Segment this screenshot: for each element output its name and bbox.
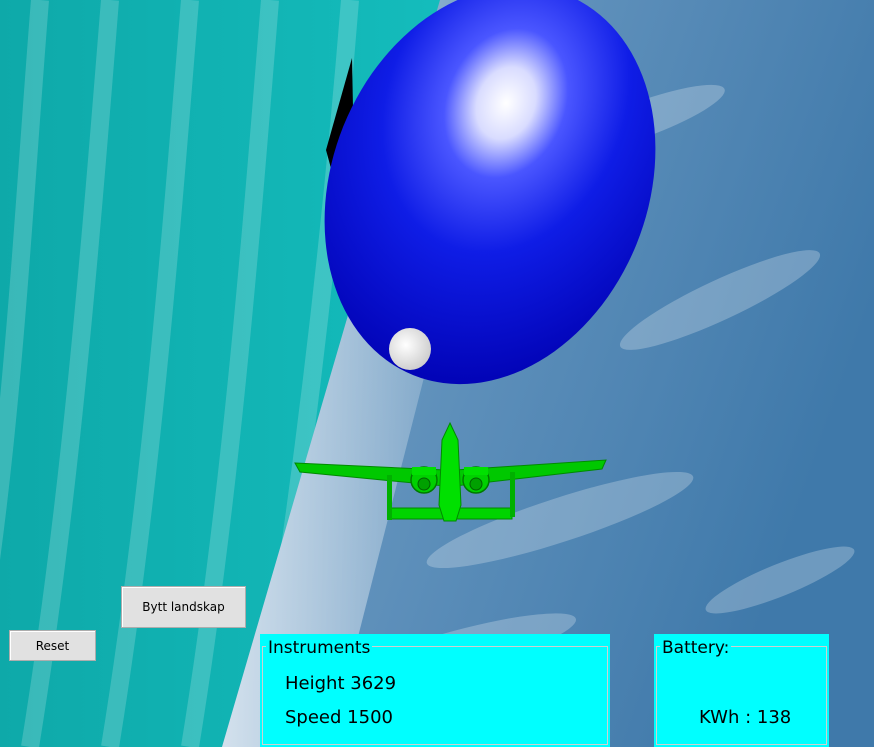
height-readout: Height 3629	[285, 673, 396, 694]
speed-label: Speed	[285, 707, 342, 728]
kwh-label: KWh :	[699, 707, 752, 728]
balloon-gondola	[389, 328, 431, 370]
change-landscape-button[interactable]: Bytt landskap	[121, 586, 246, 628]
battery-panel: Battery: KWh : 138	[654, 634, 829, 747]
instruments-title: Instruments	[266, 638, 373, 658]
height-value: 3629	[350, 673, 397, 694]
instruments-groupbox	[262, 646, 608, 745]
kwh-value: 138	[756, 707, 792, 728]
instruments-panel: Instruments Height 3629 Speed 1500	[260, 634, 610, 747]
kwh-readout: KWh : 138	[699, 707, 791, 728]
speed-readout: Speed 1500	[285, 707, 393, 728]
speed-value: 1500	[347, 707, 393, 728]
reset-button[interactable]: Reset	[9, 630, 96, 661]
height-label: Height	[285, 673, 345, 694]
battery-groupbox	[656, 646, 827, 745]
battery-title: Battery:	[660, 638, 732, 658]
